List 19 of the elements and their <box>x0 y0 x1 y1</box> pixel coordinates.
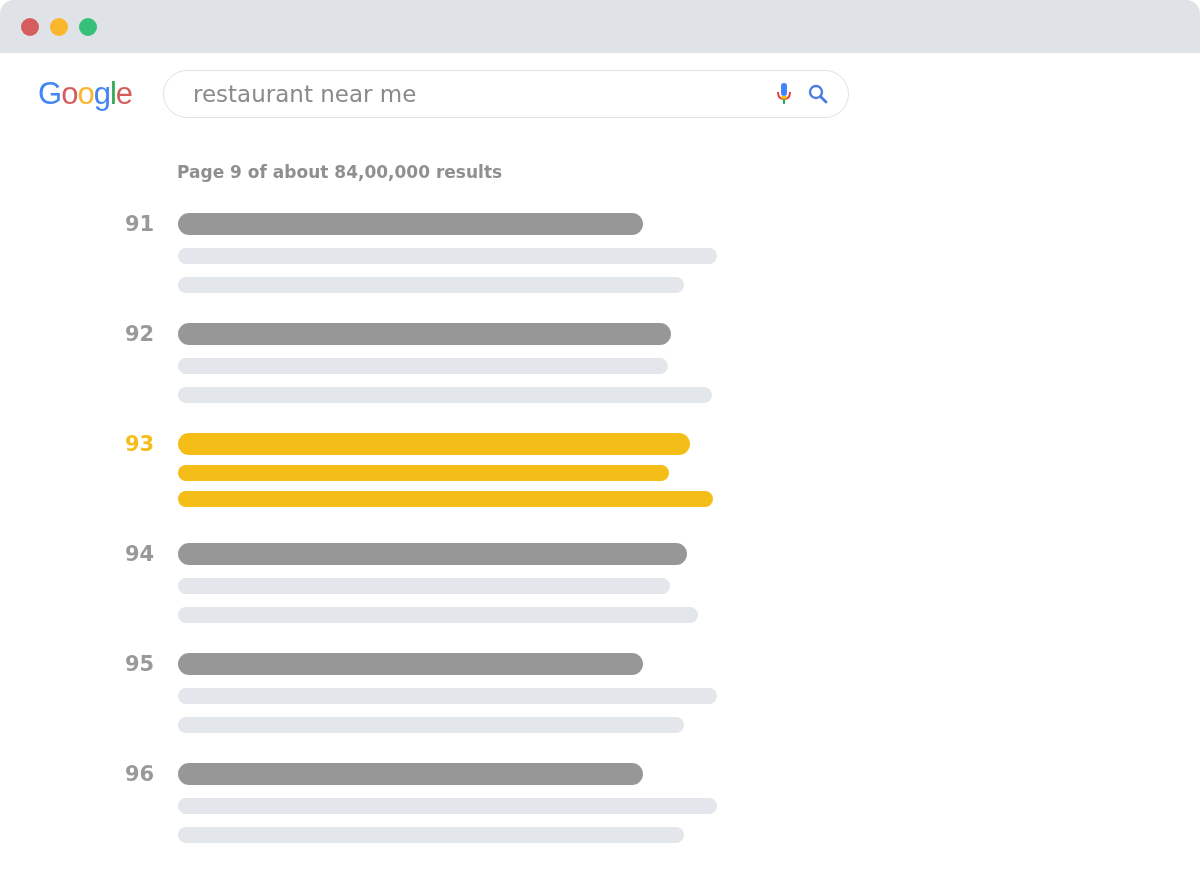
maximize-button[interactable] <box>79 17 97 36</box>
result-number: 91 <box>124 213 156 235</box>
result-number: 92 <box>124 323 156 345</box>
result-title-placeholder[interactable] <box>178 433 690 455</box>
result-number: 94 <box>124 543 156 565</box>
microphone-icon[interactable] <box>777 83 791 105</box>
result-title-placeholder[interactable] <box>178 763 643 785</box>
close-button[interactable] <box>21 17 39 36</box>
logo[interactable]: Google <box>38 74 132 114</box>
result-stats: Page 9 of about 84,00,000 results <box>177 162 504 184</box>
result-title-placeholder[interactable] <box>178 653 643 675</box>
result-title-placeholder[interactable] <box>178 543 687 565</box>
minimize-button[interactable] <box>50 17 68 36</box>
search-icon[interactable] <box>808 84 828 104</box>
result-title-placeholder[interactable] <box>178 213 643 235</box>
result-number: 93 <box>124 433 156 455</box>
result-number: 95 <box>124 653 156 675</box>
result-number: 96 <box>124 763 156 785</box>
result-title-placeholder[interactable] <box>178 323 671 345</box>
